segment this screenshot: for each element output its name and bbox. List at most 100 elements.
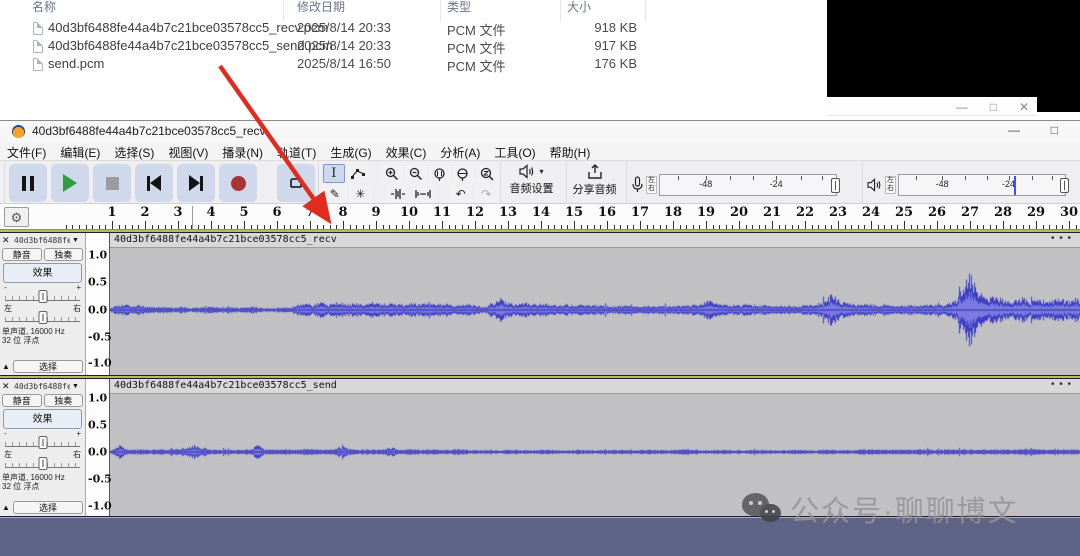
pan-slider-thumb[interactable]: [38, 457, 47, 470]
menu-view[interactable]: 视图(V): [161, 142, 215, 160]
redo-button[interactable]: ↷: [474, 184, 498, 203]
timeline-number: 11: [433, 205, 451, 220]
collapse-track-icon[interactable]: ▲: [2, 503, 10, 512]
silence-audio-button[interactable]: [411, 184, 435, 203]
playback-meter-bar[interactable]: -48 -24: [898, 174, 1066, 196]
envelope-tool-button[interactable]: [347, 164, 369, 183]
skip-to-start-button[interactable]: [135, 164, 173, 202]
recording-meter-bar[interactable]: -48 -24: [659, 174, 837, 196]
menu-analyze[interactable]: 分析(A): [433, 142, 487, 160]
gear-icon: ⚙: [11, 210, 23, 225]
stop-button[interactable]: [93, 164, 131, 202]
menu-edit[interactable]: 编辑(E): [53, 142, 107, 160]
file-type: PCM 文件: [447, 56, 506, 75]
trim-audio-button[interactable]: [386, 184, 410, 203]
mute-button[interactable]: 静音: [2, 248, 42, 261]
audacity-titlebar[interactable]: 40d3bf6488fe44a4b7c21bce03578cc5_recv — …: [0, 121, 1080, 142]
share-upload-icon: [587, 164, 603, 180]
menu-select[interactable]: 选择(S): [107, 142, 161, 160]
timeline-options-button[interactable]: ⚙: [4, 207, 29, 227]
pause-button[interactable]: [9, 164, 47, 202]
draw-tool-button[interactable]: ✎: [323, 184, 347, 203]
file-row[interactable]: send.pcm 2025/8/14 16:50 PCM 文件 176 KB: [0, 56, 720, 74]
menu-effect[interactable]: 效果(C): [379, 142, 434, 160]
minimize-icon[interactable]: —: [956, 100, 968, 114]
undo-button[interactable]: ↶: [449, 184, 473, 203]
clip-overflow-icon[interactable]: • • •: [1051, 233, 1072, 244]
file-row[interactable]: 40d3bf6488fe44a4b7c21bce03578cc5_send.pc…: [0, 38, 720, 56]
track-menu-arrow-icon[interactable]: ▼: [72, 237, 79, 244]
share-audio-button[interactable]: 分享音频: [566, 161, 622, 205]
mute-button[interactable]: 静音: [2, 394, 42, 407]
select-track-button[interactable]: 选择: [13, 501, 83, 514]
vertical-scale-ruler[interactable]: 1.0 0.5 0.0 -0.5 -1.0: [86, 379, 110, 516]
gain-slider[interactable]: -+: [2, 284, 83, 304]
clip-overflow-icon[interactable]: • • •: [1051, 379, 1072, 390]
track-name-short[interactable]: 40d3bf6488fe: [14, 382, 70, 391]
fit-selection-button[interactable]: [429, 164, 451, 183]
audio-setup-button[interactable]: ▾ 音频设置: [500, 161, 562, 205]
vertical-scale-ruler[interactable]: 1.0 0.5 0.0 -0.5 -1.0: [86, 233, 110, 375]
timeline-number: 9: [371, 205, 380, 220]
scale-label: 0.0: [88, 304, 107, 317]
menu-file[interactable]: 文件(F): [0, 142, 53, 160]
clip-title-bar[interactable]: 40d3bf6488fe44a4b7c21bce03578cc5_recv • …: [110, 233, 1080, 248]
clip-name: 40d3bf6488fe44a4b7c21bce03578cc5_send: [114, 380, 337, 391]
effects-button[interactable]: 效果: [3, 263, 82, 283]
pan-slider-thumb[interactable]: [38, 311, 47, 324]
solo-button[interactable]: 独奏: [44, 394, 84, 407]
track-menu-arrow-icon[interactable]: ▼: [72, 383, 79, 390]
close-track-icon[interactable]: ✕: [2, 235, 12, 246]
pan-slider[interactable]: 左右: [2, 305, 83, 325]
menu-tracks[interactable]: 轨道(T): [270, 142, 323, 160]
gain-slider-thumb[interactable]: [38, 436, 47, 449]
minimize-icon[interactable]: —: [1008, 123, 1020, 137]
menu-help[interactable]: 帮助(H): [543, 142, 598, 160]
maximize-icon[interactable]: □: [990, 100, 997, 114]
waveform-recv[interactable]: [110, 248, 1080, 375]
clip-title-bar[interactable]: 40d3bf6488fe44a4b7c21bce03578cc5_send • …: [110, 379, 1080, 394]
column-divider: [560, 0, 561, 22]
file-date: 2025/8/14 20:33: [297, 38, 391, 53]
tools-toolbar: I: [318, 161, 498, 205]
recording-meter[interactable]: 左右 -48 -24: [626, 161, 858, 205]
close-track-icon[interactable]: ✕: [2, 381, 12, 392]
file-date: 2025/8/14 16:50: [297, 56, 391, 71]
collapse-track-icon[interactable]: ▲: [2, 362, 10, 371]
column-header-name[interactable]: 名称: [32, 0, 56, 15]
zoom-toggle-button[interactable]: [476, 164, 498, 183]
pan-slider[interactable]: 左右: [2, 451, 83, 471]
record-button[interactable]: [219, 164, 257, 202]
meter-slider-handle[interactable]: [1060, 178, 1069, 193]
close-icon[interactable]: ✕: [1019, 100, 1029, 114]
timeline-number: 5: [239, 205, 248, 220]
playback-meter[interactable]: 左右 -48 -24: [862, 161, 1080, 205]
menu-transport[interactable]: 播录(N): [215, 142, 270, 160]
column-header-type[interactable]: 类型: [447, 0, 471, 15]
column-header-date[interactable]: 修改日期: [297, 0, 345, 15]
timeline-ruler[interactable]: ⚙ 12345678910111213141516171819202122232…: [0, 204, 1080, 230]
silence-audio-icon: [415, 188, 431, 200]
select-track-button[interactable]: 选择: [13, 360, 83, 373]
selection-tool-button[interactable]: I: [323, 164, 345, 183]
menu-generate[interactable]: 生成(G): [323, 142, 378, 160]
zoom-in-button[interactable]: [381, 164, 403, 183]
menu-tools[interactable]: 工具(O): [487, 142, 542, 160]
multi-tool-button[interactable]: ✳: [349, 184, 373, 203]
fit-project-button[interactable]: [453, 164, 475, 183]
meter-slider-handle[interactable]: [831, 178, 840, 193]
track-name-short[interactable]: 40d3bf6488fe: [14, 236, 70, 245]
solo-button[interactable]: 独奏: [44, 248, 84, 261]
pencil-icon: ✎: [330, 187, 340, 201]
maximize-icon[interactable]: □: [1051, 123, 1058, 137]
zoom-out-button[interactable]: [405, 164, 427, 183]
play-button[interactable]: [51, 164, 89, 202]
gain-slider[interactable]: -+: [2, 430, 83, 450]
loop-button[interactable]: [277, 164, 315, 202]
skip-to-end-button[interactable]: [177, 164, 215, 202]
file-row[interactable]: 40d3bf6488fe44a4b7c21bce03578cc5_recv.pc…: [0, 20, 720, 38]
scale-label: 1.0: [88, 392, 107, 405]
column-header-size[interactable]: 大小: [567, 0, 591, 15]
gain-slider-thumb[interactable]: [38, 290, 47, 303]
effects-button[interactable]: 效果: [3, 409, 82, 429]
